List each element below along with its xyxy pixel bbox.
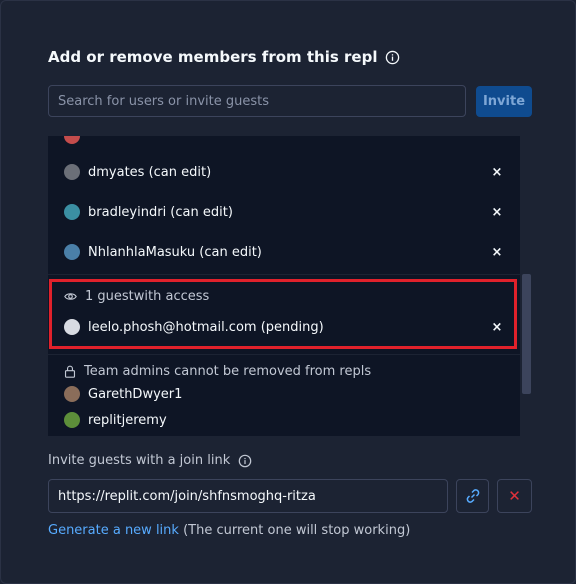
eye-icon xyxy=(64,293,77,300)
search-input[interactable] xyxy=(48,85,466,117)
avatar xyxy=(64,386,80,402)
member-row: bradleyindri (can edit) × xyxy=(48,200,520,224)
join-link-label-text: Invite guests with a join link xyxy=(48,453,231,468)
join-link-label: Invite guests with a join link xyxy=(48,453,252,468)
remove-member-button[interactable]: × xyxy=(491,165,503,180)
generate-note: (The current one will stop working) xyxy=(178,523,411,538)
invite-button[interactable]: Invite xyxy=(476,86,532,117)
admins-section-label: Team admins cannot be removed from repls xyxy=(64,364,371,379)
admin-row: GarethDwyer1 xyxy=(48,382,520,406)
divider xyxy=(48,274,520,275)
avatar xyxy=(64,136,80,144)
info-icon[interactable] xyxy=(238,454,252,468)
guests-label: 1 guestwith access xyxy=(85,289,210,304)
admin-name: GarethDwyer1 xyxy=(88,386,183,402)
generate-new-link-button[interactable]: Generate a new link xyxy=(48,523,179,538)
avatar xyxy=(64,412,80,428)
divider xyxy=(48,354,520,355)
scrollbar-thumb[interactable] xyxy=(522,274,531,394)
dialog-title: Add or remove members from this repl xyxy=(48,48,400,66)
copy-link-button[interactable] xyxy=(456,479,489,513)
members-list[interactable]: dmyates (can edit) × bradleyindri (can e… xyxy=(48,136,520,436)
avatar xyxy=(64,319,80,335)
lock-icon xyxy=(64,365,76,378)
guest-email: leelo.phosh@hotmail.com (pending) xyxy=(88,319,324,335)
revoke-link-button[interactable]: ✕ xyxy=(497,479,532,513)
dialog-title-text: Add or remove members from this repl xyxy=(48,48,378,66)
guest-row: leelo.phosh@hotmail.com (pending) × xyxy=(48,315,520,339)
remove-guest-button[interactable]: × xyxy=(491,320,503,335)
remove-member-button[interactable]: × xyxy=(491,245,503,260)
link-icon xyxy=(466,489,479,503)
member-name: bradleyindri (can edit) xyxy=(88,204,233,220)
avatar xyxy=(64,244,80,260)
guests-section-label: 1 guestwith access xyxy=(64,289,209,304)
admin-row: replitjeremy xyxy=(48,408,520,432)
join-link-input[interactable] xyxy=(48,479,448,513)
avatar xyxy=(64,164,80,180)
member-name: NhlanhlaMasuku (can edit) xyxy=(88,244,262,260)
remove-member-button[interactable]: × xyxy=(491,205,503,220)
generate-link-line: Generate a new link (The current one wil… xyxy=(48,523,410,538)
info-icon[interactable] xyxy=(385,50,400,65)
admins-label: Team admins cannot be removed from repls xyxy=(84,364,372,379)
avatar xyxy=(64,204,80,220)
member-row: NhlanhlaMasuku (can edit) × xyxy=(48,240,520,264)
admin-name: replitjeremy xyxy=(88,412,167,428)
member-row: dmyates (can edit) × xyxy=(48,160,520,184)
member-name: dmyates (can edit) xyxy=(88,164,212,180)
